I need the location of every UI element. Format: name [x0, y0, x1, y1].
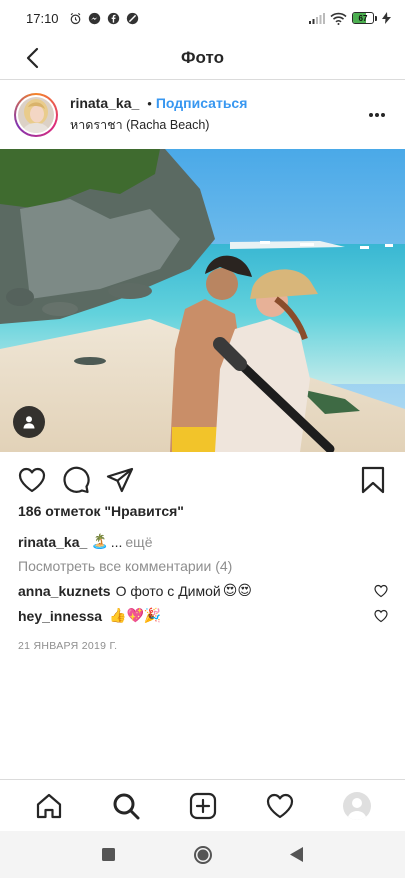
bookmark-icon [361, 466, 385, 494]
home-circle-icon [193, 845, 212, 864]
share-icon [106, 467, 134, 493]
battery-percent: 67 [358, 13, 368, 23]
comment-emoji: 👍💖🎉 [109, 607, 162, 623]
comment-text: О фото с Димой [115, 582, 221, 599]
comment-like-heart-icon[interactable] [374, 609, 388, 623]
heart-icon [18, 467, 46, 493]
post-username[interactable]: rinata_ka_ [70, 95, 139, 111]
charging-icon [382, 12, 391, 24]
status-time: 17:10 [26, 10, 59, 26]
page-title: Фото [181, 47, 224, 67]
follow-button[interactable]: Подписаться [156, 95, 248, 111]
caption-more-link[interactable]: ещё [125, 534, 152, 550]
status-right: 67 [309, 12, 391, 25]
dnd-icon [126, 12, 138, 24]
chevron-left-icon [26, 47, 39, 69]
tag-people-button[interactable] [13, 406, 45, 438]
caption-username[interactable]: rinata_ka_ [18, 534, 87, 550]
more-options-button[interactable] [363, 101, 391, 129]
alarm-icon [70, 12, 80, 24]
messenger-icon [88, 12, 100, 24]
nav-new-post[interactable] [183, 786, 223, 826]
comment-row: hey_innessa 👍💖🎉 [18, 607, 388, 624]
status-bar: 17:10 67 [0, 0, 405, 36]
comment-icon [63, 466, 90, 494]
battery-body: 67 [352, 12, 374, 24]
comment-username[interactable]: hey_innessa [18, 608, 102, 624]
comment-row: anna_kuznets О фото с Димой 😍😍 [18, 582, 388, 599]
status-left: 17:10 [26, 11, 139, 26]
post-user-info: rinata_ka_ • Подписаться หาดราชา (Racha … [70, 95, 247, 135]
battery-icon: 67 [352, 12, 377, 24]
wifi-icon [330, 12, 347, 25]
default-avatar-icon [346, 797, 367, 820]
save-button[interactable] [357, 464, 389, 496]
post-photo[interactable] [0, 149, 405, 452]
ellipsis-icon [369, 113, 385, 117]
system-nav-bar [0, 831, 405, 878]
caption-emoji: 🏝️ [91, 533, 109, 549]
user-tag-icon [23, 416, 35, 429]
comment-emoji: 😍😍 [222, 582, 252, 598]
post-caption: rinata_ka_ 🏝️ ... ещё [18, 533, 152, 550]
avatar-image [18, 97, 54, 133]
share-button[interactable] [104, 464, 136, 496]
comment-button[interactable] [60, 464, 92, 496]
back-nav-button[interactable] [282, 840, 312, 870]
view-all-comments-link[interactable]: Посмотреть все комментарии (4) [18, 558, 232, 574]
post-actions [0, 462, 405, 498]
new-post-icon [189, 792, 216, 819]
caption-ellipsis: ... [110, 533, 123, 550]
profile-avatar [342, 791, 371, 820]
post-date: 21 ЯНВАРЯ 2019 Г. [18, 640, 118, 652]
battery-tip [375, 15, 377, 21]
comment-username[interactable]: anna_kuznets [18, 583, 111, 599]
activity-icon [266, 793, 293, 818]
post-location[interactable]: หาดราชา (Racha Beach) [70, 115, 247, 135]
user-line: rinata_ka_ • Подписаться [70, 95, 247, 111]
nav-activity[interactable] [260, 786, 300, 826]
signal-icon [309, 13, 325, 24]
nav-search[interactable] [106, 786, 146, 826]
likes-count[interactable]: 186 отметок "Нравится" [18, 503, 184, 519]
back-triangle-icon [290, 847, 303, 862]
beach-photo [0, 149, 405, 452]
recents-square-icon [102, 848, 115, 861]
app-header: Фото [0, 36, 405, 80]
bottom-nav [0, 779, 405, 831]
like-button[interactable] [16, 464, 48, 496]
user-avatar[interactable] [14, 93, 58, 137]
search-icon [113, 793, 139, 819]
nav-home[interactable] [29, 786, 69, 826]
facebook-icon [107, 12, 119, 24]
home-button[interactable] [188, 840, 218, 870]
dot-separator: • [147, 95, 152, 111]
back-button[interactable] [18, 44, 46, 72]
post-header: rinata_ka_ • Подписаться หาดราชา (Racha … [0, 88, 405, 142]
nav-profile[interactable] [337, 786, 377, 826]
home-icon [36, 793, 61, 818]
comment-like-heart-icon[interactable] [374, 584, 388, 598]
recents-button[interactable] [94, 840, 124, 870]
avatar-border [16, 95, 56, 135]
